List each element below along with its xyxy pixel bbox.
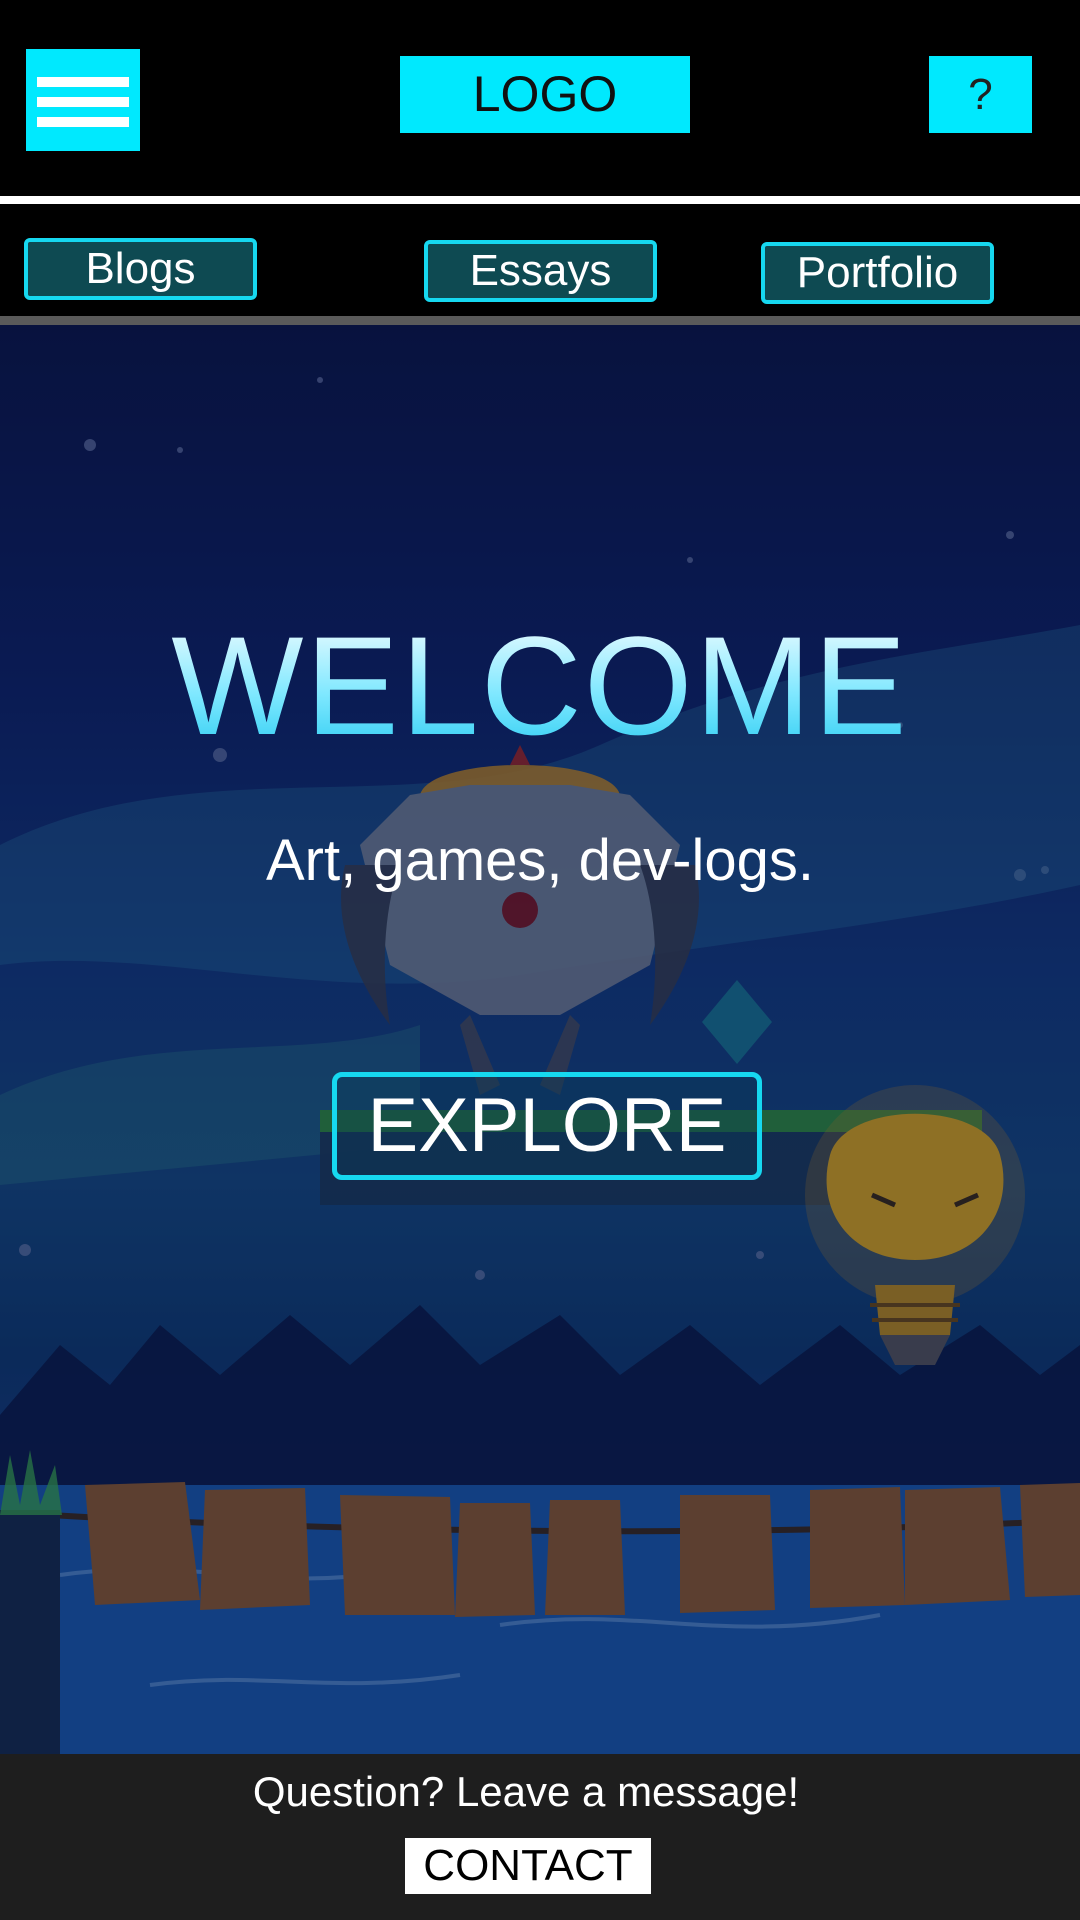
menu-line <box>37 117 129 127</box>
contact-button[interactable]: CONTACT <box>405 1838 651 1894</box>
site-logo[interactable]: LOGO <box>400 56 690 133</box>
hero-tagline: Art, games, dev-logs. <box>266 828 814 893</box>
footer: Question? Leave a message! CONTACT <box>0 1754 1080 1920</box>
nav-button-blogs[interactable]: Blogs <box>24 238 257 300</box>
menu-line <box>37 77 129 87</box>
nav-divider <box>0 316 1080 325</box>
hero-section: WELCOME Art, games, dev-logs. EXPLORE <box>0 325 1080 1754</box>
hamburger-menu-icon[interactable] <box>26 49 140 151</box>
explore-button[interactable]: EXPLORE <box>332 1072 762 1180</box>
help-button[interactable]: ? <box>929 56 1032 133</box>
hero-overlay <box>0 325 1080 1754</box>
header-divider <box>0 196 1080 204</box>
hero-title: WELCOME <box>0 605 1080 767</box>
nav-bar: Blogs Essays Portfolio <box>0 204 1080 316</box>
nav-button-portfolio[interactable]: Portfolio <box>761 242 994 304</box>
nav-button-essays[interactable]: Essays <box>424 240 657 302</box>
header-bar: LOGO ? <box>0 0 1080 196</box>
menu-line <box>37 97 129 107</box>
footer-message: Question? Leave a message! <box>252 1768 800 1815</box>
